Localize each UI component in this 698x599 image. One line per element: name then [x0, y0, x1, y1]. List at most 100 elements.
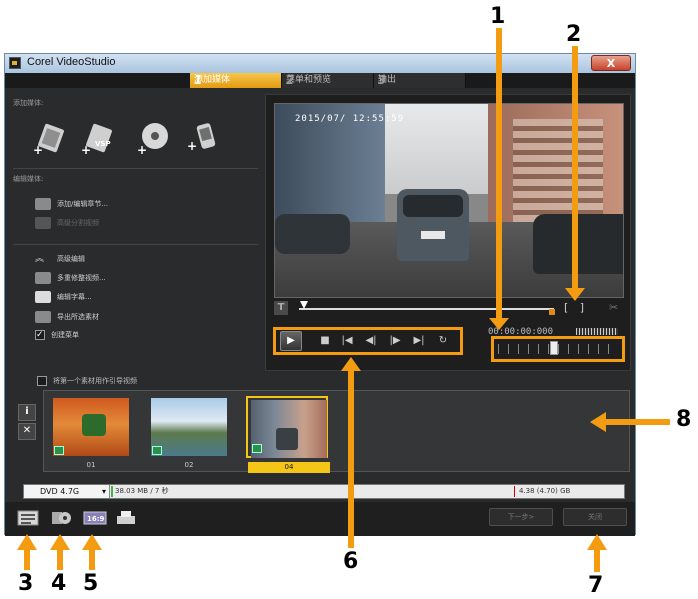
text-icon[interactable]: T	[274, 301, 288, 315]
tab-menu-preview[interactable]: 2 菜单和预览	[282, 73, 374, 88]
export-selected-button[interactable]: 导出所选素材	[35, 310, 99, 324]
callout-4-arrow	[57, 548, 63, 570]
svg-text:16:9: 16:9	[87, 515, 105, 523]
used-space-text: 38.03 MB / 7 秒	[115, 487, 169, 495]
close-button[interactable]: 关闭	[563, 508, 627, 526]
split-video-button[interactable]: 高级分割视频	[35, 216, 99, 230]
disc-capacity-bar: DVD 4.7G 38.03 MB / 7 秒 4.38 (4.70) GB	[23, 484, 625, 499]
delete-icon[interactable]: ✕	[18, 423, 36, 440]
used-space-indicator	[111, 486, 113, 497]
callout-7-arrowhead	[587, 534, 607, 550]
clip-caption: 01	[86, 461, 96, 469]
jog-wheel[interactable]	[576, 328, 618, 335]
add-media-heading: 添加媒体:	[13, 99, 44, 107]
print-icon[interactable]	[115, 510, 137, 526]
callout-1: 1	[490, 4, 506, 29]
callout-3: 3	[18, 571, 34, 596]
checkbox-checked-icon	[35, 328, 45, 342]
trim-out-marker[interactable]	[549, 309, 555, 315]
callout-8-arrow	[604, 419, 670, 425]
create-menu-checkbox[interactable]: 创建菜单	[35, 328, 79, 342]
split-icon	[35, 217, 51, 229]
next-step-button[interactable]: 下一步>	[489, 508, 553, 526]
add-video-icon[interactable]: +	[31, 120, 67, 156]
divider	[13, 168, 258, 169]
capacity-marker	[514, 486, 515, 497]
first-clip-intro-checkbox[interactable]: 将第一个素材用作引导视频	[37, 376, 137, 386]
title-bar: Corel VideoStudio X	[5, 54, 635, 74]
svg-text:+: +	[33, 143, 43, 156]
callout-8: 8	[676, 407, 692, 432]
shuttle-scale	[498, 344, 618, 354]
callout-7-arrow	[594, 548, 600, 572]
scrubber-track[interactable]	[299, 308, 554, 310]
play-button[interactable]: ▶	[280, 331, 302, 351]
callout-3-arrow	[24, 548, 30, 570]
capacity-text: 4.38 (4.70) GB	[519, 487, 571, 495]
checkbox-unchecked-icon	[37, 376, 47, 386]
previous-frame-button[interactable]: ◀|	[364, 333, 378, 349]
app-icon	[9, 57, 21, 69]
chevron-up-icon: ︽	[35, 254, 45, 264]
export-icon	[35, 311, 51, 323]
info-icon[interactable]: i	[18, 404, 36, 421]
callout-3-arrowhead	[17, 534, 37, 550]
aspect-ratio-icon[interactable]: 16:9	[83, 510, 107, 526]
clip-thumbnail-selected[interactable]: 04	[246, 396, 330, 473]
video-clip-icon	[54, 446, 64, 455]
scissors-icon[interactable]: ✂	[609, 301, 618, 314]
callout-7: 7	[588, 573, 604, 598]
callout-4: 4	[51, 571, 67, 596]
next-frame-button[interactable]: |▶	[388, 333, 402, 349]
repeat-icon[interactable]: ↻	[436, 333, 450, 349]
chapters-icon	[35, 198, 51, 210]
app-window: Corel VideoStudio X 1 添加媒体 2 菜单和预览 3 输出 添加媒…	[4, 53, 636, 536]
playback-controls: ▶ ■ |◀ ◀| |▶ ▶| ↻	[273, 327, 463, 355]
project-settings-icon[interactable]	[17, 510, 39, 526]
callout-5-arrow	[89, 548, 95, 570]
clip-thumbnail[interactable]: 01	[50, 396, 132, 469]
add-vsp-project-icon[interactable]: VSP +	[79, 120, 115, 156]
step-tabs: 1 添加媒体 2 菜单和预览 3 输出	[5, 73, 635, 88]
subtitle-icon	[35, 291, 51, 303]
shuttle-control	[491, 336, 625, 362]
edit-media-heading: 编辑媒体:	[13, 175, 44, 183]
media-strip: 01 02 04	[43, 390, 630, 473]
video-timestamp: 2015/07/ 12:55:59	[295, 114, 405, 124]
go-to-end-button[interactable]: ▶|	[412, 333, 426, 349]
clip-thumbnail[interactable]: 02	[148, 396, 230, 469]
video-clip-icon	[252, 444, 262, 453]
edit-subtitles-button[interactable]: 编辑字幕...	[35, 290, 92, 304]
shuttle-knob[interactable]	[550, 341, 558, 355]
add-disc-icon[interactable]: +	[135, 120, 171, 156]
tab-add-media[interactable]: 1 添加媒体	[190, 73, 282, 88]
video-clip-icon	[152, 446, 162, 455]
svg-text:VSP: VSP	[95, 140, 111, 148]
disc-type-select[interactable]: DVD 4.7G	[24, 485, 110, 498]
callout-5: 5	[83, 571, 99, 596]
stop-button[interactable]: ■	[318, 333, 332, 349]
tab-output[interactable]: 3 输出	[374, 73, 466, 88]
callout-4-arrowhead	[50, 534, 70, 550]
preferences-gear-icon[interactable]	[51, 510, 73, 526]
multi-trim-icon	[35, 272, 51, 284]
add-edit-chapters-button[interactable]: 添加/编辑章节...	[35, 197, 108, 211]
advanced-edit-toggle[interactable]: ︽ 高级编辑	[35, 252, 85, 266]
clip-caption: 04	[248, 462, 330, 473]
divider	[13, 244, 258, 245]
callout-2-arrow	[572, 46, 578, 290]
strip-side-buttons: i ✕	[18, 404, 36, 440]
window-title: Corel VideoStudio	[27, 56, 116, 68]
trim-marks-buttons[interactable]: [ ]	[564, 301, 588, 314]
add-device-icon[interactable]: +	[185, 120, 221, 156]
left-panel: 添加媒体: + VSP + + + 编辑媒体: 添加/编辑章节... 高级分割视…	[5, 88, 260, 388]
close-window-button[interactable]: X	[591, 55, 631, 71]
go-to-start-button[interactable]: |◀	[340, 333, 354, 349]
callout-6: 6	[343, 549, 359, 574]
svg-text:+: +	[81, 143, 91, 156]
callout-5-arrowhead	[82, 534, 102, 550]
svg-text:+: +	[137, 143, 147, 156]
bottom-toolbar: 16:9 下一步> 关闭	[5, 502, 635, 536]
multi-trim-button[interactable]: 多重修整视频...	[35, 271, 106, 285]
callout-1-arrow	[496, 28, 502, 318]
